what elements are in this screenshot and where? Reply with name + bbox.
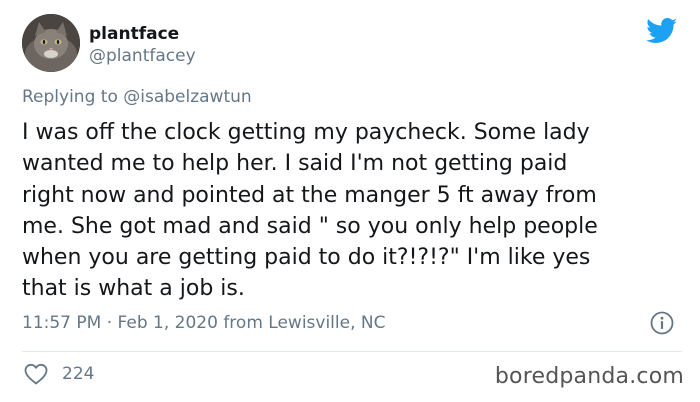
cat-avatar-image <box>22 14 80 72</box>
twitter-bird-icon[interactable] <box>646 18 678 44</box>
like-button[interactable]: 224 <box>24 363 94 385</box>
tweet-timestamp[interactable]: 11:57 PM · Feb 1, 2020 from Lewisville, … <box>22 313 385 333</box>
tweet-body: I was off the clock getting my paycheck.… <box>22 120 598 302</box>
display-name[interactable]: plantface <box>89 24 179 44</box>
avatar[interactable] <box>22 14 80 72</box>
reply-context: Replying to @isabelzawtun <box>22 87 252 107</box>
divider <box>22 351 682 352</box>
user-handle[interactable]: @plantfacey <box>89 46 196 66</box>
tweet-card: plantface @plantfacey Replying to @isabe… <box>0 0 700 402</box>
info-icon[interactable] <box>649 310 675 336</box>
reply-prefix: Replying to <box>22 87 118 107</box>
heart-icon <box>24 363 48 385</box>
watermark: boredpanda.com <box>494 364 684 389</box>
reply-mention-link[interactable]: @isabelzawtun <box>123 87 251 107</box>
like-count: 224 <box>62 364 95 384</box>
